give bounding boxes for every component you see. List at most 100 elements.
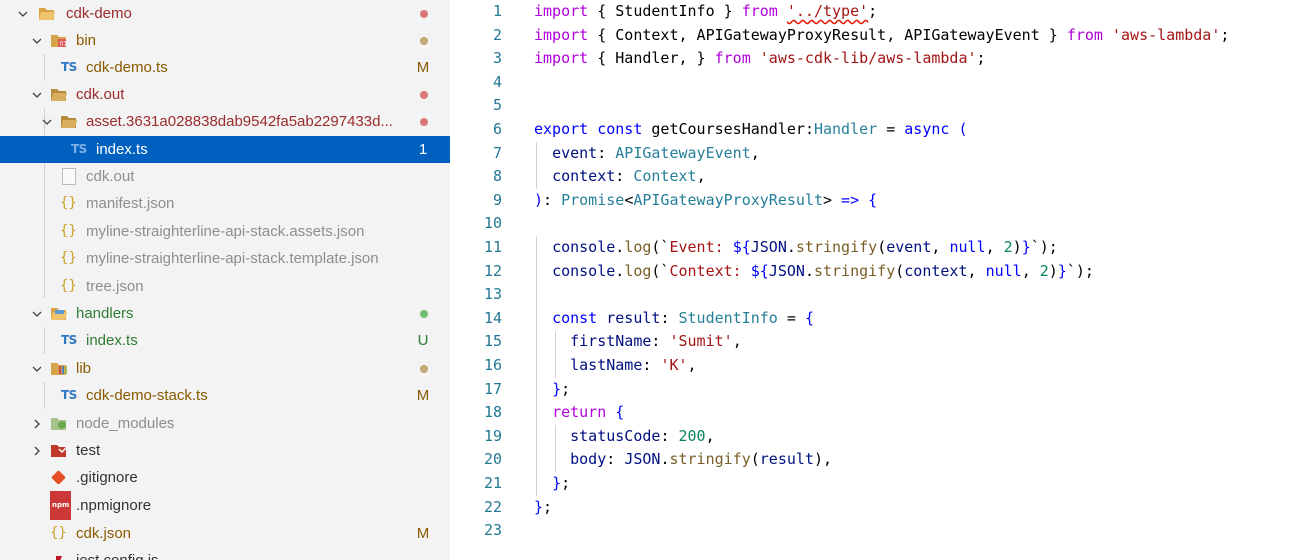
- tree-item-label: cdk.out: [76, 86, 125, 103]
- code-line[interactable]: import { Handler, } from 'aws-cdk-lib/aw…: [534, 47, 986, 71]
- chevron-down-icon[interactable]: [40, 108, 54, 135]
- code-line[interactable]: import { Context, APIGatewayProxyResult,…: [534, 24, 1229, 48]
- chevron-down-icon[interactable]: [30, 27, 44, 54]
- tree-item-asset-folder[interactable]: asset.3631a028838dab9542fa5ab2297433d...: [0, 108, 450, 135]
- code-token: :: [642, 356, 661, 374]
- tree-item-gitignore[interactable]: .gitignore: [0, 464, 450, 491]
- code-line[interactable]: export const getCoursesHandler:Handler =…: [534, 118, 968, 142]
- tree-item-manifest-json[interactable]: {} manifest.json: [0, 190, 450, 217]
- chevron-right-icon[interactable]: [30, 437, 44, 464]
- line-number: 2: [492, 25, 502, 44]
- code-token: JSON: [750, 238, 787, 256]
- code-token: Context: [633, 167, 697, 186]
- code-line[interactable]: console.log(`Event: ${JSON.stringify(eve…: [534, 236, 1058, 260]
- tree-item-assets-json[interactable]: {} myline-straighterline-api-stack.asset…: [0, 218, 450, 245]
- tree-item-cdk-demo-ts[interactable]: TS cdk-demo.ts M: [0, 54, 450, 81]
- code-token: return: [552, 403, 607, 422]
- line-number: 8: [492, 167, 502, 186]
- code-token: :: [660, 308, 679, 327]
- json-icon: {}: [50, 525, 67, 541]
- code-token: :: [660, 426, 679, 445]
- code-token: .: [615, 238, 625, 256]
- tree-item-cdk-demo-stack-ts[interactable]: TS cdk-demo-stack.ts M: [0, 382, 450, 409]
- line-number: 20: [483, 450, 502, 469]
- tree-item-jest-config[interactable]: jest.config.js: [0, 547, 450, 560]
- code-line[interactable]: firstName: 'Sumit',: [534, 330, 742, 354]
- tree-item-handlers-index-ts[interactable]: TS index.ts U: [0, 327, 450, 354]
- tree-item-label: bin: [76, 32, 97, 49]
- chevron-down-icon[interactable]: [30, 81, 44, 108]
- tree-item-bin[interactable]: 01 bin: [0, 27, 450, 54]
- chevron-down-icon[interactable]: [30, 355, 44, 382]
- code-token: from: [714, 49, 751, 68]
- code-token: .: [786, 238, 796, 256]
- code-token: context: [904, 261, 968, 280]
- code-token: ,: [967, 261, 986, 280]
- code-line[interactable]: };: [534, 378, 570, 402]
- code-token: >: [823, 190, 833, 209]
- chevron-down-icon[interactable]: [30, 300, 44, 327]
- code-token: 'K': [660, 356, 688, 374]
- tree-item-tree-json[interactable]: {} tree.json: [0, 273, 450, 300]
- tree-item-label: .npmignore: [76, 497, 152, 514]
- code-line[interactable]: console.log(`Context: ${JSON.stringify(c…: [534, 260, 1094, 284]
- indent-guide: [536, 142, 537, 189]
- tree-item-template-json[interactable]: {} myline-straighterline-api-stack.templ…: [0, 245, 450, 272]
- code-token: ,: [985, 238, 1004, 256]
- code-line[interactable]: body: JSON.stringify(result),: [534, 448, 832, 472]
- code-line[interactable]: };: [534, 496, 552, 520]
- tree-item-label: myline-straighterline-api-stack.assets.j…: [86, 223, 365, 240]
- git-status-badge: M: [416, 387, 430, 404]
- code-line[interactable]: statusCode: 200,: [534, 425, 715, 449]
- line-number: 6: [492, 120, 502, 138]
- code-token: .: [804, 261, 814, 280]
- tree-item-label: asset.3631a028838dab9542fa5ab2297433d...: [86, 113, 393, 130]
- tree-item-test[interactable]: test: [0, 437, 450, 464]
- tree-item-handlers[interactable]: handlers: [0, 300, 450, 327]
- code-token: `);: [1030, 238, 1058, 256]
- code-token: :: [615, 167, 634, 186]
- code-line[interactable]: return {: [534, 401, 624, 425]
- code-editor[interactable]: 1 2 3 4 5 6 7 8 9 10 11 12 13 14 15 16 17 18 19 20 21 22 23 im…: [450, 0, 1300, 560]
- code-line[interactable]: import { StudentInfo } from '../type';: [534, 0, 877, 24]
- code-line[interactable]: };: [534, 472, 570, 496]
- chevron-right-icon[interactable]: [30, 410, 44, 437]
- tree-item-node-modules[interactable]: node_modules: [0, 410, 450, 437]
- code-line[interactable]: ): Promise<APIGatewayProxyResult> => {: [534, 189, 877, 213]
- tree-item-index-ts-selected[interactable]: TS index.ts 1: [0, 136, 450, 163]
- status-dot: [420, 365, 428, 373]
- code-token: ;: [976, 49, 986, 68]
- code-line[interactable]: event: APIGatewayEvent,: [534, 142, 760, 166]
- tree-item-label: test: [76, 442, 101, 459]
- indent-guide: [555, 425, 556, 472]
- code-line[interactable]: lastName: 'K',: [534, 354, 696, 378]
- code-line[interactable]: const result: StudentInfo = {: [534, 307, 814, 331]
- line-number: 11: [483, 238, 502, 256]
- code-line[interactable]: context: Context,: [534, 165, 706, 189]
- json-icon: {}: [60, 278, 77, 294]
- tree-item-cdk-json[interactable]: {} cdk.json M: [0, 520, 450, 547]
- code-token: { Context, APIGatewayProxyResult, APIGat…: [588, 25, 1067, 44]
- code-token: result: [759, 450, 814, 469]
- tree-item-lib[interactable]: lib: [0, 355, 450, 382]
- tree-item-label: cdk-demo: [66, 5, 132, 22]
- code-token: JSON: [624, 450, 661, 469]
- line-number: 21: [483, 474, 502, 492]
- tree-item-cdk-out-file[interactable]: cdk.out: [0, 163, 450, 190]
- code-token: `);: [1066, 261, 1094, 280]
- code-token: 2: [1039, 261, 1049, 280]
- tree-item-cdk-out[interactable]: cdk.out: [0, 81, 450, 108]
- line-number: 10: [483, 214, 502, 233]
- code-token: { Handler, }: [588, 49, 715, 68]
- tree-item-npmignore[interactable]: npm .npmignore: [0, 491, 450, 520]
- tree-item-cdk-demo[interactable]: cdk-demo: [0, 0, 450, 27]
- code-token: import: [534, 25, 589, 44]
- code-token: const: [597, 120, 643, 138]
- chevron-down-icon[interactable]: [16, 0, 30, 27]
- code-token: ${: [732, 238, 751, 256]
